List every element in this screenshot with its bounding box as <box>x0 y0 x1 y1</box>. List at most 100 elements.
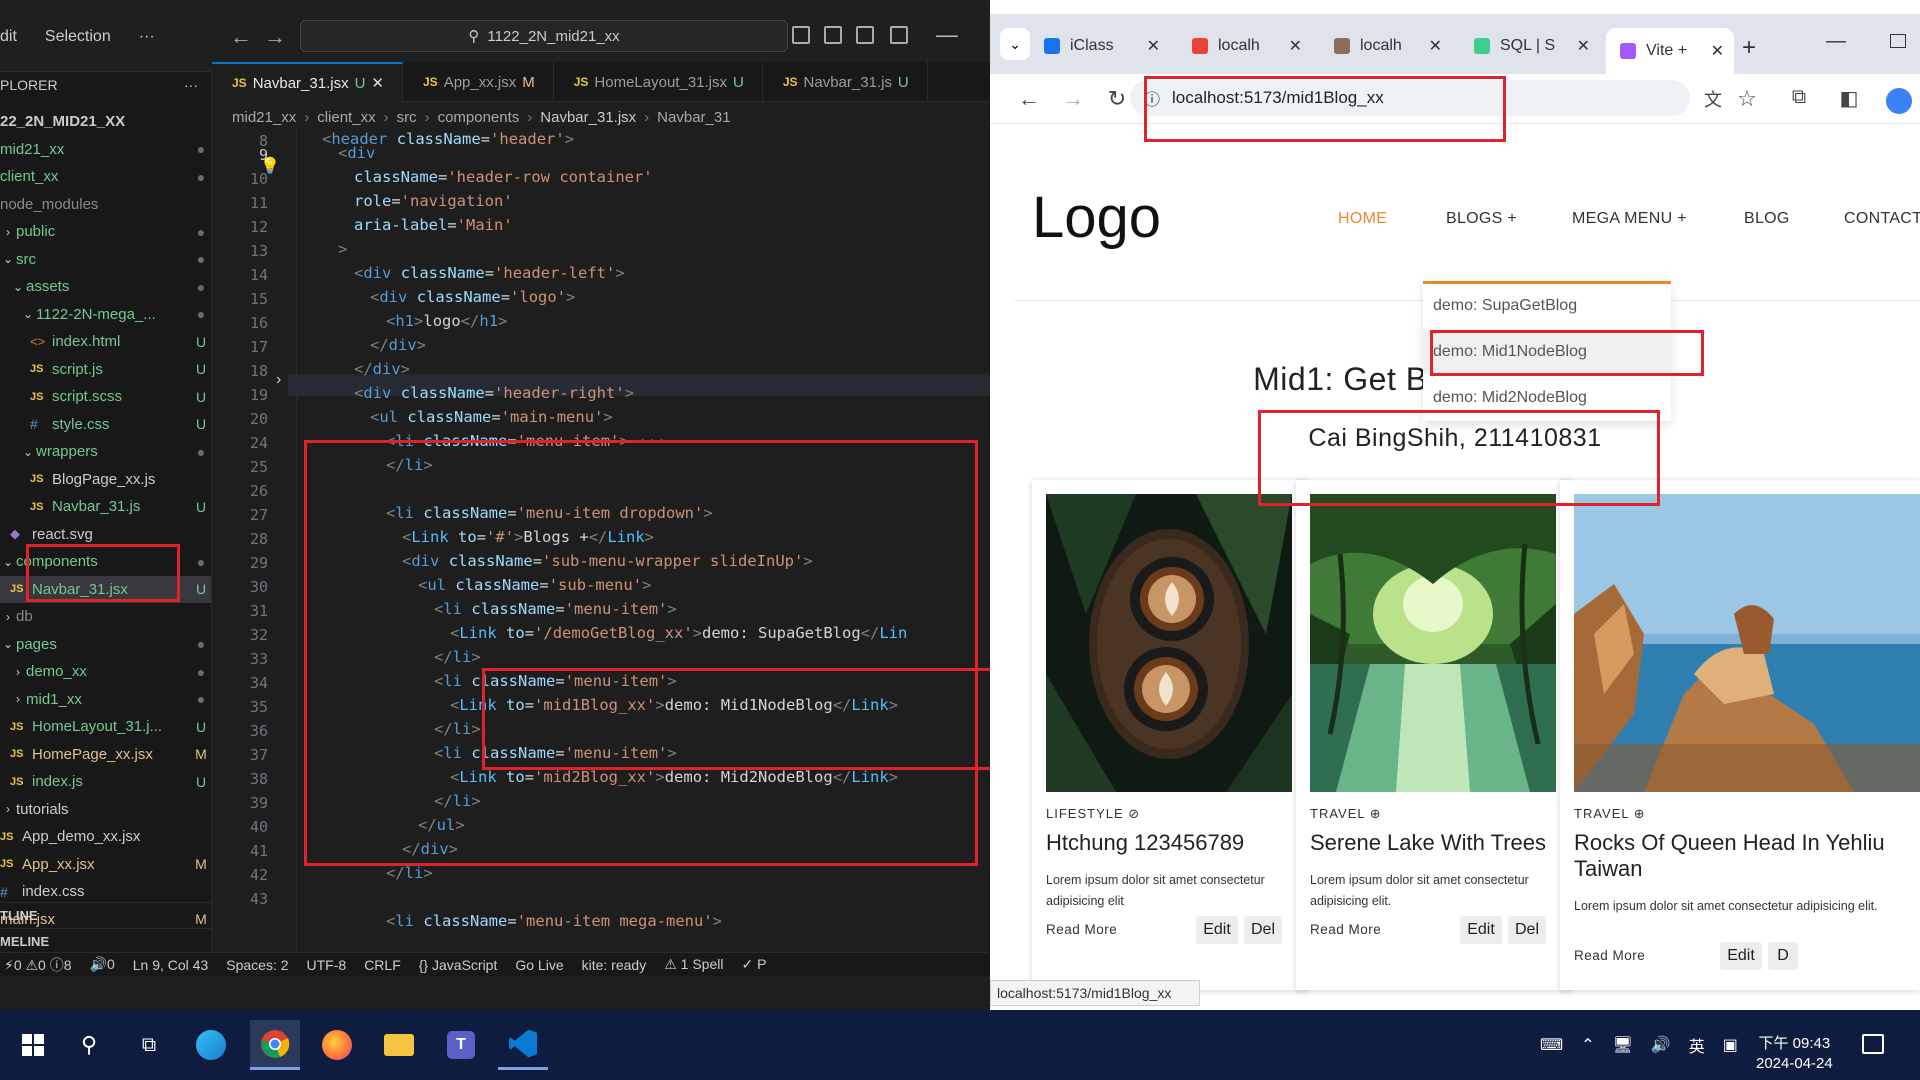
ports-indicator[interactable]: 🔊0 <box>90 956 115 973</box>
tab-search-icon[interactable]: ⌄ <box>1000 28 1030 60</box>
line-endings[interactable]: CRLF <box>364 957 401 973</box>
dropdown-item-supagetblog[interactable]: demo: SupaGetBlog <box>1423 284 1671 328</box>
tree-item[interactable]: ⌄ assets ● <box>0 273 211 300</box>
system-clock[interactable]: 下午 09:43 2024-04-24 <box>1756 1034 1833 1074</box>
go-live-button[interactable]: Go Live <box>515 957 563 973</box>
close-icon[interactable]: ✕ <box>371 74 384 92</box>
toggle-sidebar-icon[interactable] <box>792 26 810 44</box>
close-icon[interactable]: ✕ <box>1147 36 1160 56</box>
chevron-down-icon[interactable]: ⌄ <box>0 252 16 266</box>
tree-item[interactable]: JS Navbar_31.jsx U <box>0 575 211 603</box>
forward-arrow-icon[interactable]: → <box>262 24 288 50</box>
prettier-status[interactable]: ✓ P <box>741 956 766 973</box>
tree-item[interactable]: ⌄ components ● <box>0 548 211 575</box>
close-icon[interactable]: ✕ <box>1577 36 1590 56</box>
nav-mega-menu[interactable]: MEGA MENU + <box>1572 210 1687 228</box>
browser-tab[interactable]: localh ✕ <box>1178 28 1312 64</box>
delete-button[interactable]: D <box>1768 942 1798 970</box>
edit-button[interactable]: Edit <box>1196 916 1238 944</box>
tree-item[interactable]: › public ● <box>0 218 211 245</box>
forward-icon[interactable]: → <box>1058 86 1088 112</box>
vscode-icon[interactable] <box>498 1020 548 1070</box>
cursor-position[interactable]: Ln 9, Col 43 <box>133 957 209 973</box>
edit-button[interactable]: Edit <box>1460 916 1502 944</box>
close-icon[interactable]: ✕ <box>1711 41 1724 61</box>
language-mode[interactable]: {} JavaScript <box>419 957 498 973</box>
chevron-up-icon[interactable]: ⌃ <box>1581 1035 1594 1055</box>
menu-more[interactable]: ··· <box>139 28 155 46</box>
spell-check-status[interactable]: ⚠ 1 Spell <box>664 956 723 973</box>
ime-indicator[interactable]: 英 <box>1689 1033 1705 1057</box>
explorer-more-icon[interactable]: ··· <box>184 77 198 93</box>
breadcrumb-item[interactable]: Navbar_31 <box>657 109 730 126</box>
chevron-right-icon[interactable]: › <box>0 610 16 624</box>
keyboard-icon[interactable]: ⌨ <box>1540 1035 1563 1055</box>
kite-status[interactable]: kite: ready <box>582 957 647 973</box>
notification-icon[interactable] <box>1862 1034 1884 1054</box>
tree-item[interactable]: JS App_xx.jsx M <box>0 851 211 878</box>
firefox-icon[interactable] <box>312 1020 362 1070</box>
network-icon[interactable]: 🖥 <box>1613 1035 1633 1055</box>
teams-icon[interactable]: T <box>436 1020 486 1070</box>
browser-tab[interactable]: iClass ✕ <box>1030 28 1170 64</box>
tree-item[interactable]: JS script.scss U <box>0 383 211 410</box>
breadcrumb-item[interactable]: src <box>397 109 417 126</box>
minimize-icon[interactable]: — <box>936 22 958 48</box>
tree-item[interactable]: mid21_xx ● <box>0 136 211 163</box>
chevron-right-icon[interactable]: › <box>0 225 16 239</box>
editor-tab[interactable]: JS Navbar_31.js U <box>763 62 928 102</box>
maximize-icon[interactable] <box>1890 34 1906 48</box>
editor-tab[interactable]: JS App_xx.jsx M <box>403 62 554 102</box>
breadcrumb-item[interactable]: Navbar_31.jsx <box>540 109 636 126</box>
side-panel-icon[interactable]: ◧ <box>1834 86 1864 111</box>
close-icon[interactable]: ✕ <box>1429 36 1442 56</box>
read-more-link[interactable]: Read More <box>1046 922 1117 937</box>
chevron-down-icon[interactable]: ⌄ <box>0 555 16 569</box>
new-tab-icon[interactable]: + <box>1742 34 1756 62</box>
tree-item[interactable]: ⌄ src ● <box>0 246 211 273</box>
delete-button[interactable]: Del <box>1244 916 1282 944</box>
back-icon[interactable]: ← <box>1014 86 1044 112</box>
minimize-icon[interactable]: — <box>1826 30 1846 53</box>
nav-blogs[interactable]: BLOGS + <box>1446 210 1517 228</box>
tree-item[interactable]: JS App_demo_xx.jsx <box>0 823 211 850</box>
back-arrow-icon[interactable]: ← <box>228 24 254 50</box>
problems-indicator[interactable]: ⚡0 ⚠0 ⓘ8 <box>4 955 72 975</box>
tree-item[interactable]: JS script.js U <box>0 356 211 383</box>
lightbulb-icon[interactable]: 💡 <box>260 156 280 176</box>
tree-item[interactable]: JS Navbar_31.js U <box>0 493 211 520</box>
ime-mode-icon[interactable]: ▣ <box>1723 1035 1738 1055</box>
dropdown-item-mid1nodeblog[interactable]: demo: Mid1NodeBlog <box>1423 330 1671 374</box>
file-explorer-icon[interactable] <box>374 1020 424 1070</box>
address-bar[interactable]: ⓘ localhost:5173/mid1Blog_xx <box>1130 80 1690 116</box>
tree-item[interactable]: # index.css <box>0 878 211 905</box>
tree-item[interactable]: JS HomePage_xx.jsx M <box>0 741 211 768</box>
breadcrumb-item[interactable]: components <box>438 109 520 126</box>
menu-selection[interactable]: Selection <box>45 28 111 46</box>
card-title[interactable]: Htchung 123456789 <box>1046 830 1296 856</box>
breadcrumb-item[interactable]: mid21_xx <box>232 109 296 126</box>
encoding[interactable]: UTF-8 <box>307 957 347 973</box>
tree-item[interactable]: <> index.html U <box>0 328 211 355</box>
customize-layout-icon[interactable] <box>890 26 908 44</box>
chevron-right-icon[interactable]: › <box>0 802 16 816</box>
task-view-icon[interactable]: ⧉ <box>124 1020 174 1070</box>
tree-item[interactable]: ⌄ 1122-2N-mega_... ● <box>0 301 211 328</box>
tree-item[interactable]: 22_2N_MID21_XX <box>0 108 211 135</box>
code-editor[interactable]: 4891011121314151617181920242526272829303… <box>212 130 990 952</box>
tree-item[interactable]: # style.css U <box>0 411 211 438</box>
chevron-down-icon[interactable]: ⌄ <box>20 445 36 459</box>
nav-blog[interactable]: BLOG <box>1744 210 1790 228</box>
card-title[interactable]: Rocks Of Queen Head In Yehliu Taiwan <box>1574 830 1914 882</box>
tree-item[interactable]: › db <box>0 603 211 630</box>
close-icon[interactable]: ✕ <box>1289 36 1302 56</box>
chevron-right-icon[interactable]: › <box>10 665 26 679</box>
bookmark-star-icon[interactable]: ☆ <box>1732 86 1762 112</box>
browser-tab[interactable]: Vite + ✕ <box>1606 28 1734 74</box>
tree-item[interactable]: ◆ react.svg <box>0 521 211 548</box>
toggle-panel-icon[interactable] <box>824 26 842 44</box>
tree-item[interactable]: JS BlogPage_xx.js <box>0 466 211 493</box>
command-center-search[interactable]: ⚲ 1122_2N_mid21_xx <box>300 20 788 52</box>
tree-item[interactable]: ⌄ pages ● <box>0 631 211 658</box>
tree-item[interactable]: client_xx ● <box>0 163 211 190</box>
